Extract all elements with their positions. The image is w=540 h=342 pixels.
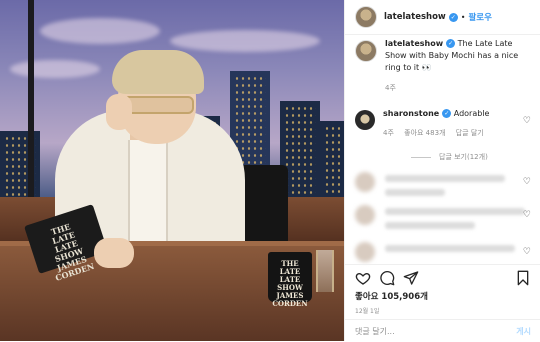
avatar — [355, 242, 375, 262]
separator-dot: • — [460, 12, 466, 22]
hand — [94, 238, 134, 268]
header-username[interactable]: latelateshow — [384, 12, 446, 22]
share-icon[interactable] — [403, 270, 419, 286]
comment-time[interactable]: 4주 — [383, 129, 394, 137]
hair — [112, 50, 204, 94]
avatar — [355, 172, 375, 192]
view-replies-label: 답글 보기(12개) — [439, 153, 488, 161]
caption: latelateshow ✓ The Late Late Show with Ba… — [345, 38, 540, 94]
avatar[interactable] — [355, 40, 377, 62]
cloud — [170, 30, 320, 52]
comment-likes[interactable]: 좋아요 483개 — [404, 129, 445, 137]
caption-time[interactable]: 4주 — [385, 84, 396, 92]
cloud — [40, 18, 160, 44]
instagram-post: THE LATE LATE SHOW JAMES CORDEN THE LATE… — [0, 0, 540, 341]
comment-like-heart-icon[interactable]: ♡ — [523, 210, 531, 220]
likes-count[interactable]: 좋아요 105,906개 — [355, 290, 428, 302]
comment-input[interactable]: 댓글 달기... — [355, 326, 395, 337]
post-sidebar: latelateshow ✓ • 팔로우 latelateshow ✓ The L… — [344, 0, 540, 341]
comment-like-heart-icon[interactable]: ♡ — [523, 177, 531, 187]
blurred-comment: ♡ — [355, 205, 531, 235]
follow-button[interactable]: 팔로우 — [468, 11, 491, 23]
caption-username[interactable]: latelateshow — [385, 39, 443, 48]
verified-badge-icon: ✓ — [446, 39, 456, 48]
reply-button[interactable]: 답글 달기 — [456, 129, 484, 137]
avatar — [355, 205, 375, 225]
show-mug: THE LATE LATE SHOW JAMES CORDEN — [268, 252, 312, 308]
mug-text: THE LATE LATE SHOW JAMES CORDEN — [272, 259, 308, 308]
post-header: latelateshow ✓ • 팔로우 — [345, 0, 540, 35]
post-photo[interactable]: THE LATE LATE SHOW JAMES CORDEN THE LATE… — [0, 0, 344, 341]
comment-box: 댓글 달기... 게시 — [345, 319, 540, 342]
comment-icon[interactable] — [379, 270, 395, 286]
shirt-collar — [128, 140, 168, 250]
divider — [411, 156, 431, 158]
bookmark-icon[interactable] — [515, 270, 531, 286]
hourglass — [316, 250, 334, 292]
avatar[interactable] — [355, 110, 375, 130]
window-frame — [28, 0, 34, 226]
comment-username[interactable]: sharonstone — [383, 109, 439, 118]
comment-like-heart-icon[interactable]: ♡ — [523, 116, 531, 126]
comment-like-heart-icon[interactable]: ♡ — [523, 247, 531, 257]
post-comment-button[interactable]: 게시 — [516, 326, 531, 337]
action-bar — [345, 264, 540, 291]
cloud — [10, 60, 100, 78]
blurred-comment: ♡ — [355, 242, 531, 262]
avatar[interactable] — [355, 6, 377, 28]
verified-badge-icon: ✓ — [448, 12, 458, 22]
view-replies-button[interactable]: 답글 보기(12개) — [411, 152, 488, 162]
heart-icon[interactable] — [355, 270, 371, 286]
blurred-comment: ♡ — [355, 172, 531, 202]
comment-item: sharonstone ✓ Adorable 4주 좋아요 483개 답글 달기 … — [345, 108, 540, 139]
comment-text: Adorable — [453, 109, 490, 118]
post-date[interactable]: 12월 1일 — [355, 306, 379, 315]
glasses — [122, 96, 194, 114]
verified-badge-icon: ✓ — [442, 109, 452, 118]
hand — [106, 94, 132, 130]
